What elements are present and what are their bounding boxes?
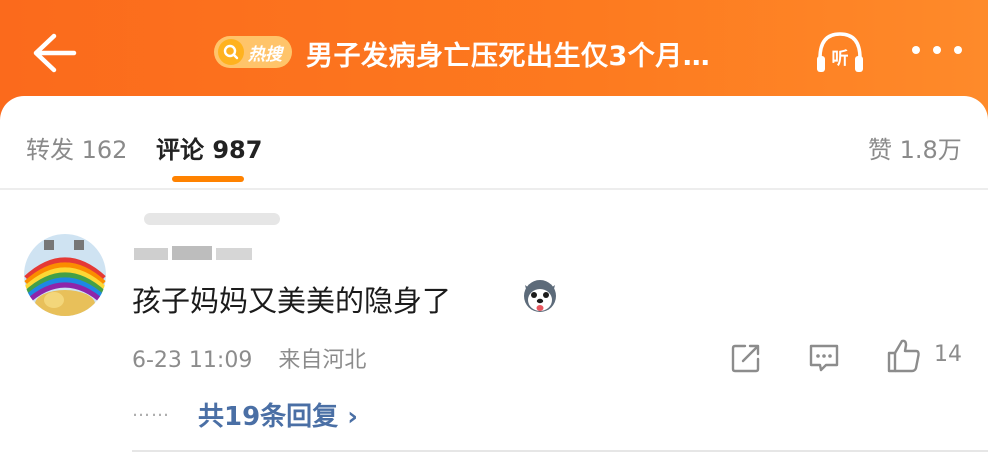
view-replies-link[interactable]: 共19条回复 › xyxy=(198,396,358,433)
tab-repost[interactable]: 转发 162 xyxy=(26,130,127,165)
hot-search-icon xyxy=(218,39,244,65)
comment-meta: 6-23 11:09 来自河北 xyxy=(132,342,366,374)
share-icon[interactable] xyxy=(731,343,761,373)
like-count: 14 xyxy=(934,342,962,367)
reply-prefix-dots: …… xyxy=(132,400,170,421)
comment-icon[interactable] xyxy=(808,343,840,373)
tab-bar: 转发 162 评论 987 赞 1.8万 xyxy=(0,126,988,188)
avatar[interactable] xyxy=(24,234,106,316)
back-arrow-icon[interactable] xyxy=(26,26,80,80)
blurred-previous-item xyxy=(144,213,280,225)
username-redacted[interactable] xyxy=(132,244,254,264)
comment-time: 6-23 11:09 xyxy=(132,348,253,373)
svg-text:听: 听 xyxy=(832,48,849,69)
comment-location: 来自河北 xyxy=(278,348,367,373)
divider xyxy=(132,450,988,452)
tab-indicator xyxy=(172,176,244,182)
hot-search-label: 热搜 xyxy=(248,44,282,65)
comment-text: 孩子妈妈又美美的隐身了 xyxy=(132,284,452,318)
tab-comment[interactable]: 评论 987 xyxy=(156,130,262,165)
like-icon[interactable] xyxy=(886,338,922,374)
listen-icon[interactable]: 听 xyxy=(812,28,868,78)
page-title: 男子发病身亡压死出生仅3个月… xyxy=(306,41,711,72)
tab-like[interactable]: 赞 1.8万 xyxy=(868,130,962,165)
hot-search-badge[interactable]: 热搜 xyxy=(214,36,292,68)
divider xyxy=(0,188,988,190)
emoji-husky-icon xyxy=(524,280,556,312)
more-icon[interactable] xyxy=(912,40,962,60)
